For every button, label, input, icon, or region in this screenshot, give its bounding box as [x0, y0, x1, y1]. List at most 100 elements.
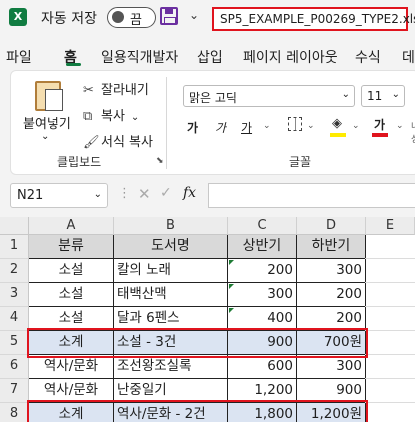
column-header-e[interactable]: E: [366, 217, 415, 235]
chevron-down-icon: ⌄: [93, 189, 102, 200]
row-header-2[interactable]: 2: [0, 259, 29, 283]
cell-a2[interactable]: 소설: [29, 259, 114, 283]
bold-button[interactable]: 가: [187, 119, 198, 136]
chevron-down-icon: ⌄: [341, 89, 350, 100]
cell-e3[interactable]: [365, 283, 415, 307]
save-icon[interactable]: [160, 7, 178, 25]
cell-d2[interactable]: 300: [297, 259, 366, 283]
spreadsheet-grid[interactable]: A B C D E 1 분류 도서명 상반기 하반기 2 소설 칼의 노래 200 300 3 소설 태백산맥 30…: [0, 217, 415, 422]
cancel-icon[interactable]: ✕: [138, 185, 151, 203]
error-indicator-icon: [229, 284, 234, 289]
more-options-icon[interactable]: ⋮: [118, 186, 131, 201]
confirm-icon[interactable]: ✓: [160, 185, 172, 201]
row-header-7[interactable]: 7: [0, 379, 29, 403]
chevron-down-icon[interactable]: ⌄: [352, 121, 360, 131]
error-indicator-icon: [229, 308, 234, 313]
autosave-toggle[interactable]: 끔: [107, 7, 156, 28]
tab-formulas[interactable]: 수식: [355, 47, 381, 67]
scissors-icon: ✂: [83, 83, 94, 98]
dialog-launcher-icon[interactable]: ⬊: [156, 156, 164, 166]
italic-button[interactable]: 가: [215, 119, 226, 136]
error-indicator-icon: [229, 260, 234, 265]
quick-access-more-icon[interactable]: ⌄: [189, 8, 199, 22]
ribbon-panel: 붙여넣기 ⌄ ✂ 잘라내기 ⧉ 복사 ⌄ 🖌서식 복사 클립보드 ⬊ 맑은 고딕 ⌄ …: [10, 70, 415, 175]
paste-button-label[interactable]: 붙여넣기: [23, 113, 71, 132]
chevron-down-icon: ⌄: [391, 89, 400, 100]
font-name-select[interactable]: 맑은 고딕 ⌄: [183, 85, 355, 107]
group-divider: [166, 77, 167, 169]
cell-b2[interactable]: 칼의 노래: [114, 259, 228, 283]
clipboard-group-label: 클립보드: [57, 155, 102, 169]
chevron-down-icon[interactable]: ⌄: [41, 131, 49, 142]
chevron-down-icon: ⌄: [130, 112, 140, 123]
excel-logo-icon: X: [9, 8, 27, 26]
cell-d3[interactable]: 200: [297, 283, 366, 307]
cut-button[interactable]: ✂ 잘라내기: [83, 79, 149, 98]
chevron-down-icon[interactable]: ⌄: [307, 121, 315, 131]
cell-c3[interactable]: 300: [228, 283, 297, 307]
cell-c2[interactable]: 200: [228, 259, 297, 283]
column-header-c[interactable]: C: [228, 217, 297, 235]
font-color-icon[interactable]: 가: [374, 116, 385, 133]
cell-a3[interactable]: 소설: [29, 283, 114, 307]
subtotal-highlight: [27, 328, 368, 358]
formula-input[interactable]: [208, 183, 415, 208]
tab-developer[interactable]: 일용직개발자: [101, 47, 178, 67]
font-size-select[interactable]: 11 ⌄: [361, 85, 405, 107]
chevron-down-icon[interactable]: ⌄: [263, 121, 271, 131]
copy-icon: ⧉: [83, 109, 93, 124]
cell-e6[interactable]: [365, 355, 415, 379]
borders-icon[interactable]: [288, 117, 302, 131]
copy-button[interactable]: ⧉ 복사 ⌄: [83, 105, 139, 124]
autosave-state: 끔: [130, 13, 142, 28]
cell-e8[interactable]: [365, 403, 415, 422]
toggle-knob-icon: [112, 11, 124, 23]
select-all-corner[interactable]: [0, 217, 29, 235]
row-header-6[interactable]: 6: [0, 355, 29, 379]
cell-d6[interactable]: 300: [297, 355, 366, 379]
chevron-down-icon[interactable]: ⌄: [396, 121, 404, 131]
row-header-4[interactable]: 4: [0, 307, 29, 331]
cell-e5[interactable]: [365, 331, 415, 355]
autosave-label: 자동 저장: [41, 11, 97, 27]
cell-a6[interactable]: 역사/문화: [29, 355, 114, 379]
cell-b6[interactable]: 조선왕조실록: [114, 355, 228, 379]
column-header-b[interactable]: B: [114, 217, 228, 235]
underline-button[interactable]: 가: [241, 119, 252, 136]
column-header-d[interactable]: D: [297, 217, 366, 235]
cell-b1[interactable]: 도서명: [114, 235, 228, 259]
cell-a1[interactable]: 분류: [29, 235, 114, 259]
row-header-1[interactable]: 1: [0, 235, 29, 259]
row-header-8[interactable]: 8: [0, 403, 29, 422]
cell-e1[interactable]: [365, 235, 415, 259]
row-header-3[interactable]: 3: [0, 283, 29, 307]
tab-file[interactable]: 파일: [6, 47, 32, 67]
column-header-a[interactable]: A: [29, 217, 114, 235]
paste-icon[interactable]: [35, 81, 63, 111]
title-bar: X 자동 저장 끔 ⌄ SP5_EXAMPLE_P00269_TYPE2.xls…: [0, 0, 415, 34]
name-box[interactable]: N21 ⌄: [10, 183, 108, 208]
tab-page-layout[interactable]: 페이지 레이아웃: [243, 47, 338, 67]
tab-insert[interactable]: 삽입: [197, 47, 223, 67]
subtotal-highlight: [27, 400, 368, 422]
row-header-5[interactable]: 5: [0, 331, 29, 355]
cell-b3[interactable]: 태백산맥: [114, 283, 228, 307]
filename-highlight[interactable]: SP5_EXAMPLE_P00269_TYPE2.xlsx: [212, 7, 415, 31]
cell-e2[interactable]: [365, 259, 415, 283]
cell-e7[interactable]: [365, 379, 415, 403]
active-tab-indicator: [66, 63, 81, 66]
cell-e4[interactable]: [365, 307, 415, 331]
fill-color-swatch: [330, 133, 346, 137]
fill-color-icon[interactable]: ◈: [332, 116, 342, 131]
insert-function-button[interactable]: fx: [183, 185, 196, 201]
cell-d1[interactable]: 하반기: [297, 235, 366, 259]
cell-c1[interactable]: 상반기: [228, 235, 297, 259]
ribbon-tabs: 파일 홈 일용직개발자 삽입 페이지 레이아웃 수식 데: [0, 40, 415, 70]
cell-c6[interactable]: 600: [228, 355, 297, 379]
paintbrush-icon: 🖌: [83, 135, 100, 150]
ribbon-cutoff-label: 내성: [411, 119, 415, 145]
format-painter-button[interactable]: 🖌서식 복사: [83, 131, 153, 150]
tab-data[interactable]: 데: [402, 47, 415, 67]
file-name: SP5_EXAMPLE_P00269_TYPE2.xlsx: [220, 12, 415, 26]
font-group-label: 글꼴: [289, 155, 312, 169]
